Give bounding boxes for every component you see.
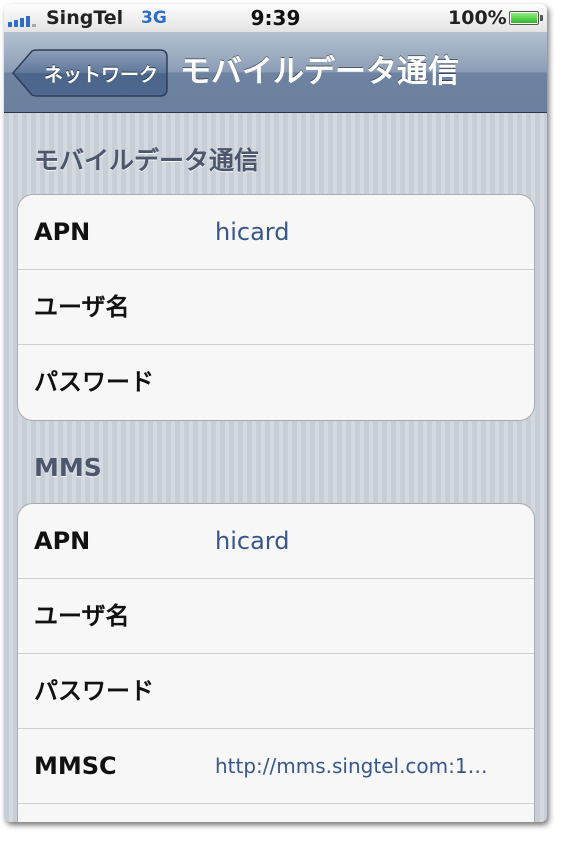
- username-field[interactable]: [215, 270, 515, 345]
- row-label: MMSC: [34, 752, 117, 780]
- row-label: ユーザ名: [34, 602, 130, 630]
- page-title: モバイルデータ通信: [180, 54, 459, 90]
- section-header-mms: MMS: [34, 453, 102, 482]
- mms-password-row[interactable]: パスワード: [18, 654, 534, 729]
- mobile-data-group: APN hicard ユーザ名 パスワード: [17, 194, 535, 421]
- mms-next-row[interactable]: [18, 804, 534, 822]
- back-button-label: ネットワーク: [43, 63, 158, 86]
- section-header-mobile-data: モバイルデータ通信: [34, 146, 260, 175]
- mobile-data-password-row[interactable]: パスワード: [18, 345, 534, 420]
- mms-password-field[interactable]: [215, 654, 515, 729]
- mms-username-row[interactable]: ユーザ名: [18, 579, 534, 654]
- mmsc-field[interactable]: http://mms.singtel.com:1…: [215, 729, 515, 804]
- navigation-bar: ネットワーク モバイルデータ通信: [4, 32, 547, 113]
- row-label: ユーザ名: [34, 293, 130, 321]
- mmsc-row[interactable]: MMSC http://mms.singtel.com:1…: [18, 729, 534, 804]
- mms-apn-row[interactable]: APN hicard: [18, 504, 534, 579]
- apn-field[interactable]: hicard: [215, 195, 515, 270]
- mms-group: APN hicard ユーザ名 パスワード MMSC http://mms.si…: [17, 503, 535, 822]
- row-label: パスワード: [34, 368, 154, 396]
- row-label: APN: [34, 218, 91, 246]
- mobile-data-username-row[interactable]: ユーザ名: [18, 270, 534, 345]
- row-label: パスワード: [34, 677, 154, 705]
- mobile-data-apn-row[interactable]: APN hicard: [18, 195, 534, 270]
- row-label: APN: [34, 527, 91, 555]
- mms-apn-field[interactable]: hicard: [215, 504, 515, 579]
- password-field[interactable]: [215, 345, 515, 420]
- mms-username-field[interactable]: [215, 579, 515, 654]
- battery-icon: [509, 11, 543, 25]
- status-bar: SingTel 3G 9:39 100%: [4, 4, 547, 33]
- battery-percent: 100%: [448, 7, 507, 29]
- settings-content[interactable]: モバイルデータ通信 APN hicard ユーザ名 パスワード MMS APN …: [4, 113, 547, 822]
- back-button[interactable]: ネットワーク: [12, 49, 168, 97]
- phone-screen: SingTel 3G 9:39 100% ネットワーク モバイルデータ通信 モバ…: [4, 4, 547, 822]
- mms-next-field[interactable]: [215, 804, 515, 822]
